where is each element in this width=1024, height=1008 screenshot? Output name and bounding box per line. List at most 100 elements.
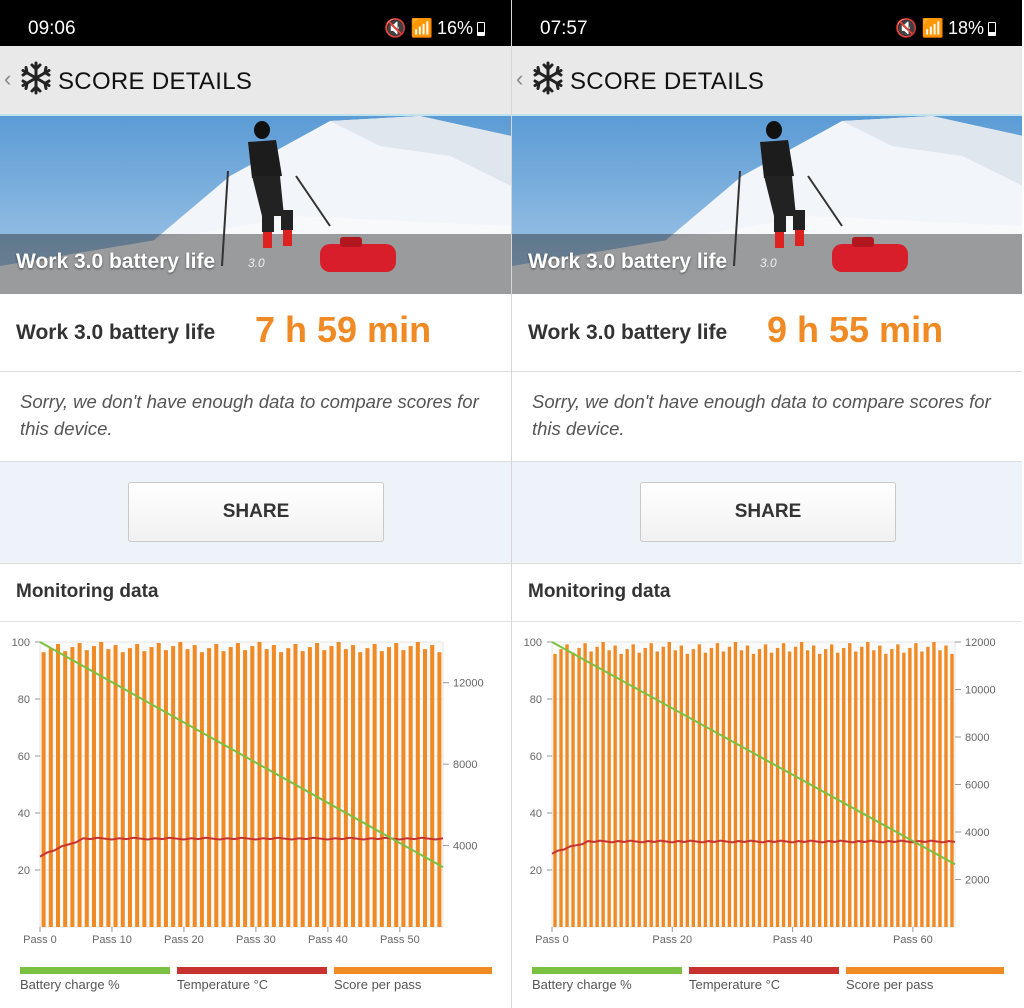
- wifi-icon: 📶: [921, 18, 944, 38]
- score-bar: [583, 643, 587, 927]
- legend-label: Score per pass: [334, 977, 422, 992]
- hero-banner: Work 3.0 battery life 3.0: [512, 116, 1022, 294]
- score-bar: [878, 645, 882, 927]
- score-bar: [199, 652, 204, 927]
- back-chevron-icon[interactable]: ‹: [4, 66, 11, 92]
- snowflake-icon: [21, 61, 51, 95]
- score-card: Work 3.0 battery life 7 h 59 min: [0, 294, 511, 372]
- score-bar: [315, 643, 320, 927]
- legend-battery: Battery charge %: [20, 967, 170, 997]
- legend-score: Score per pass: [334, 967, 492, 997]
- score-label: Work 3.0 battery life: [16, 321, 216, 344]
- score-bar: [709, 647, 714, 927]
- y-left-tick-label: 80: [18, 694, 30, 706]
- wifi-icon: 📶: [410, 18, 433, 38]
- score-bar: [401, 650, 406, 927]
- y-right-tick-label: 12000: [453, 678, 484, 690]
- score-bar: [257, 642, 262, 927]
- score-bar: [685, 653, 690, 927]
- page-title: SCORE DETAILS: [570, 68, 765, 95]
- score-bar: [343, 649, 348, 927]
- score-bar: [415, 642, 420, 927]
- score-bar: [643, 647, 647, 927]
- score-bar: [769, 652, 774, 927]
- legend-swatch: [177, 967, 327, 974]
- score-bar: [387, 647, 392, 927]
- x-tick-label: Pass 40: [308, 934, 348, 946]
- y-left-tick-label: 100: [524, 637, 542, 649]
- score-bar: [235, 643, 240, 927]
- score-bar: [751, 653, 756, 927]
- compare-message: Sorry, we don't have enough data to comp…: [532, 391, 991, 439]
- score-bar: [379, 651, 384, 927]
- score-bar: [243, 650, 248, 927]
- score-bar: [70, 647, 75, 927]
- score-bar: [351, 645, 356, 927]
- y-left-tick-label: 80: [530, 694, 542, 706]
- legend-label: Temperature °C: [177, 977, 269, 992]
- share-button[interactable]: SHARE: [128, 482, 384, 542]
- score-bar: [372, 644, 377, 927]
- x-tick-label: Pass 50: [380, 934, 420, 946]
- score-bar: [99, 642, 104, 927]
- y-left-tick-label: 40: [18, 808, 30, 820]
- score-bar: [823, 649, 828, 927]
- y-right-tick-label: 6000: [965, 780, 989, 792]
- score-bar: [264, 649, 269, 927]
- y-right-tick-label: 8000: [453, 759, 477, 771]
- score-bar: [408, 646, 413, 927]
- score-bar: [329, 646, 334, 927]
- status-icons: 🔇 📶 16%: [384, 18, 485, 39]
- snowflake-icon: [533, 61, 563, 95]
- battery-icon: [477, 21, 485, 36]
- x-tick-label: Pass 0: [23, 934, 57, 946]
- score-bar: [55, 644, 61, 927]
- score-bar: [365, 648, 370, 927]
- x-tick-label: Pass 10: [92, 934, 132, 946]
- score-bar: [854, 651, 858, 927]
- score-bar: [884, 653, 888, 927]
- score-bar: [221, 651, 226, 927]
- monitoring-title: Monitoring data: [528, 581, 671, 602]
- score-bar: [866, 642, 870, 927]
- hero-version: 3.0: [760, 256, 777, 270]
- score-bar: [926, 646, 930, 927]
- page-title: SCORE DETAILS: [58, 68, 253, 95]
- score-bar: [192, 645, 197, 927]
- score-bar: [135, 644, 140, 927]
- score-bar: [914, 643, 918, 927]
- share-button[interactable]: SHARE: [640, 482, 896, 542]
- score-bar: [727, 646, 732, 927]
- score-bar: [77, 643, 82, 927]
- y-right-tick-label: 8000: [965, 732, 989, 744]
- score-bar: [601, 642, 605, 927]
- legend-label: Battery charge %: [20, 977, 120, 992]
- battery-icon: [988, 21, 996, 36]
- status-icons: 🔇 📶 18%: [895, 18, 996, 39]
- score-bar: [279, 652, 284, 927]
- score-bar: [805, 650, 810, 927]
- mute-icon: 🔇: [895, 18, 918, 38]
- score-bar: [836, 652, 840, 927]
- score-bar: [48, 648, 53, 927]
- score-bar: [430, 645, 435, 927]
- score-bar: [307, 647, 312, 927]
- score-bar: [228, 647, 233, 927]
- score-bar: [673, 650, 677, 927]
- score-bar: [842, 647, 846, 927]
- status-bar: 09:06 🔇 📶 16%: [0, 0, 511, 46]
- score-card: Work 3.0 battery life 9 h 55 min: [512, 294, 1022, 372]
- score-bar: [703, 652, 708, 927]
- score-bar: [149, 647, 154, 927]
- status-time: 07:57: [540, 18, 588, 39]
- score-bar: [739, 650, 744, 927]
- legend-label: Temperature °C: [689, 977, 781, 992]
- score-bar: [715, 643, 720, 927]
- score-bar: [872, 650, 876, 927]
- back-chevron-icon[interactable]: ‹: [516, 66, 523, 92]
- score-value: 9 h 55 min: [767, 309, 944, 350]
- y-left-tick-label: 100: [12, 637, 30, 649]
- battery-percent: 18%: [947, 18, 984, 38]
- y-right-tick-label: 2000: [965, 875, 989, 887]
- hero-version: 3.0: [248, 256, 265, 270]
